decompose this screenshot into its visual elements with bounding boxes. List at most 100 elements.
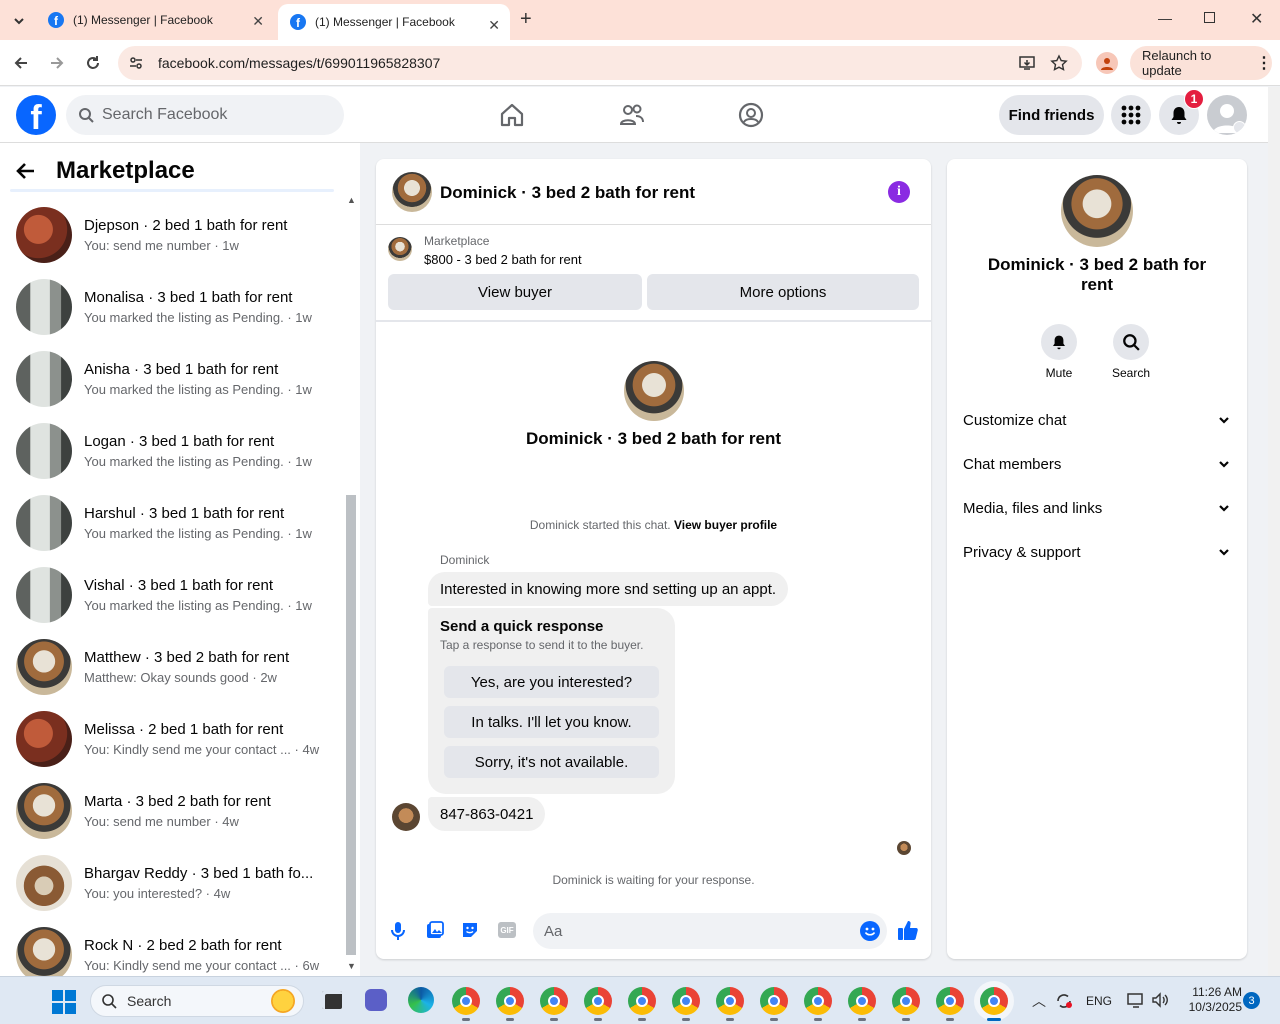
info-section-toggle[interactable]: Privacy & support [963,532,1231,572]
facebook-logo-icon[interactable]: f [16,95,56,135]
sender-avatar[interactable] [392,803,420,831]
clock[interactable]: 11:26 AM 10/3/2025 [1180,985,1242,1015]
view-buyer-button[interactable]: View buyer [388,274,642,310]
gif-icon[interactable]: GIF [498,922,516,938]
info-section-toggle[interactable]: Media, files and links [963,488,1231,528]
chrome-window-icon[interactable] [760,987,788,1021]
conversation-item[interactable]: Anisha · 3 bed 1 bath for rent You marked… [16,347,336,411]
conversation-item[interactable]: Matthew · 3 bed 2 bath for rent Matthew: … [16,635,336,699]
language-indicator[interactable]: ENG [1086,994,1112,1008]
search-circle[interactable] [1113,324,1149,360]
message-input[interactable]: Aa [533,913,887,949]
conversation-item[interactable]: Bhargav Reddy · 3 bed 1 bath fo... You: y… [16,851,336,915]
close-tab-icon[interactable]: ✕ [252,13,264,30]
task-view-icon[interactable] [322,991,342,1009]
close-tab-icon[interactable]: ✕ [488,17,500,34]
chrome-window-icon[interactable] [936,987,964,1021]
network-icon[interactable] [1127,992,1145,1008]
volume-icon[interactable] [1151,992,1169,1008]
nav-friends-button[interactable] [618,101,646,129]
tab-search-button[interactable] [8,10,30,32]
minimize-button[interactable]: — [1158,10,1172,26]
menu-button[interactable] [1111,95,1151,135]
nav-home-button[interactable] [498,101,526,129]
listing-thumbnail[interactable] [388,237,412,261]
taskbar-search[interactable]: Search [90,985,304,1017]
new-tab-button[interactable]: + [520,8,532,31]
address-bar[interactable]: facebook.com/messages/t/699011965828307 [118,46,1082,80]
relaunch-update-button[interactable]: Relaunch to update ⋮ [1130,46,1272,80]
facebook-search-input[interactable]: Search Facebook [66,95,344,135]
quick-reply-in-talks[interactable]: In talks. I'll let you know. [444,706,659,738]
chrome-window-icon[interactable] [848,987,876,1021]
conversation-list-scrollbar[interactable]: ▲ ▼ [344,195,358,975]
mute-circle[interactable] [1041,324,1077,360]
scroll-thumb[interactable] [346,495,356,955]
back-arrow-icon[interactable] [16,161,36,181]
conversation-item[interactable]: Logan · 3 bed 1 bath for rent You marked … [16,419,336,483]
chrome-window-icon[interactable] [716,987,744,1021]
chrome-window-icon[interactable] [584,987,612,1021]
emoji-icon[interactable] [860,921,880,941]
chrome-window-icon[interactable] [452,987,480,1021]
windows-start-button[interactable] [52,990,76,1014]
thumbs-up-icon[interactable] [897,919,919,941]
conversation-item[interactable]: Marta · 3 bed 2 bath for rent You: send m… [16,779,336,843]
forward-button[interactable] [46,52,68,74]
notification-count-badge[interactable]: 3 [1243,992,1260,1009]
profile-avatar[interactable] [1096,52,1118,74]
reload-button[interactable] [82,52,104,74]
install-app-icon[interactable] [1018,54,1036,72]
show-hidden-icons[interactable]: ︿ [1032,991,1046,1011]
chrome-window-icon[interactable] [540,987,568,1021]
find-friends-button[interactable]: Find friends [999,95,1104,135]
info-section-toggle[interactable]: Chat members [963,444,1231,484]
chrome-window-icon[interactable] [496,987,524,1021]
chrome-window-icon[interactable] [804,987,832,1021]
more-vert-icon[interactable]: ⋮ [1256,53,1272,73]
close-window-button[interactable]: ✕ [1250,9,1263,29]
view-buyer-profile-link[interactable]: View buyer profile [674,518,777,532]
sticker-icon[interactable] [461,921,479,939]
restore-button[interactable] [1204,12,1215,23]
info-section-toggle[interactable]: Customize chat [963,400,1231,440]
chat-avatar[interactable] [392,172,432,212]
mute-button[interactable]: Mute [1029,324,1089,380]
conversation-item[interactable]: Djepson · 2 bed 1 bath for rent You: send… [16,203,336,267]
chrome-window-icon[interactable] [628,987,656,1021]
site-info-icon[interactable] [128,55,144,71]
photo-icon[interactable] [426,921,444,939]
chat-title[interactable]: Dominick · 3 bed 2 bath for rent [440,183,695,203]
teams-meet-icon[interactable] [365,989,387,1011]
conversation-info-button[interactable]: i [888,181,910,203]
back-button[interactable] [10,52,32,74]
more-options-button[interactable]: More options [647,274,919,310]
chrome-window-icon[interactable] [892,987,920,1021]
edge-icon[interactable] [408,987,434,1013]
listing-title[interactable]: $800 - 3 bed 2 bath for rent [424,252,582,267]
incoming-message[interactable]: Interested in knowing more snd setting u… [428,572,789,606]
conversation-item[interactable]: Harshul · 3 bed 1 bath for rent You marke… [16,491,336,555]
chrome-window-icon[interactable] [980,987,1008,1021]
browser-tab-1[interactable]: f (1) Messenger | Facebook ✕ [36,0,274,40]
conversation-item[interactable]: Vishal · 3 bed 1 bath for rent You marked… [16,563,336,627]
conversation-item[interactable]: Melissa · 2 bed 1 bath for rent You: Kind… [16,707,336,771]
info-avatar[interactable] [1061,175,1133,247]
profile-avatar-large[interactable] [624,361,684,421]
bookmark-star-icon[interactable] [1050,54,1068,72]
page-scrollbar[interactable] [1268,87,1280,976]
microphone-icon[interactable] [390,921,406,941]
search-in-conversation-button[interactable]: Search [1101,324,1161,380]
chrome-window-icon[interactable] [672,987,700,1021]
sync-icon[interactable] [1055,992,1073,1010]
incoming-message-phone[interactable]: 847-863-0421 [428,797,546,831]
conversation-item[interactable]: Monalisa · 3 bed 1 bath for rent You mark… [16,275,336,339]
browser-tab-2-active[interactable]: f (1) Messenger | Facebook ✕ [278,4,510,40]
nav-groups-button[interactable] [737,101,765,129]
notifications-button[interactable]: 1 [1159,89,1204,135]
scroll-down-icon[interactable]: ▼ [347,961,356,971]
quick-reply-interested[interactable]: Yes, are you interested? [444,666,659,698]
scroll-up-icon[interactable]: ▲ [347,195,356,205]
account-avatar[interactable] [1207,95,1247,135]
quick-reply-not-available[interactable]: Sorry, it's not available. [444,746,659,778]
